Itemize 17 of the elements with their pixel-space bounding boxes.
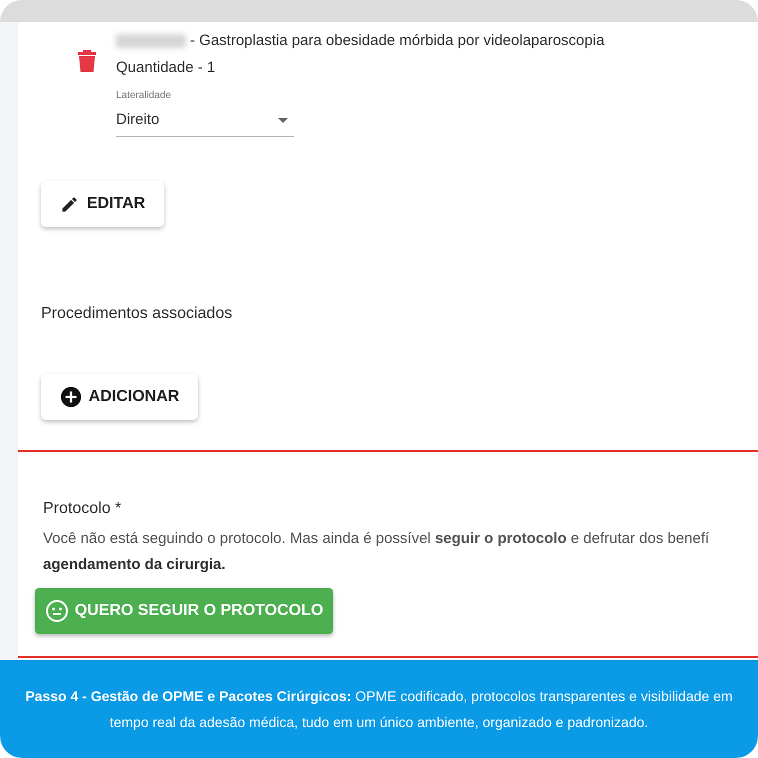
edit-button[interactable]: EDITAR — [41, 181, 164, 227]
caret-icon — [278, 118, 288, 123]
redacted-code — [116, 34, 186, 48]
plus-circle-icon — [60, 386, 82, 408]
protocol-message-line: Você não está seguindo o protocolo. Mas ainda é possível seguir o protocolo e defrutar dos benefí — [43, 529, 710, 549]
procedure-name: - Gastroplastia para obesidade mórbida por videolaparoscopia — [190, 31, 604, 51]
section-title: Procedimentos associados — [41, 304, 234, 324]
protocol-message-line: agendamento da cirurgia. — [43, 555, 226, 575]
caption-text: Passo 4 - Gestão de OPME e Pacotes Cirúrgicos: OPME codificado, protocolos transparentes e visibilidade em tempo real da adesão médica, tudo em um único ambiente, organizado e padronizado. — [24, 687, 734, 732]
smiley-icon — [44, 599, 69, 623]
protocol-label: Protocolo * — [43, 499, 122, 519]
pencil-icon — [60, 194, 79, 214]
quantity-text: Quantidade - 1 — [116, 58, 216, 78]
add-button[interactable]: ADICIONAR — [41, 374, 198, 420]
trash-icon[interactable] — [78, 50, 96, 72]
laterality-select[interactable]: Direito — [116, 105, 294, 137]
laterality-label: Lateralidade — [116, 89, 172, 103]
